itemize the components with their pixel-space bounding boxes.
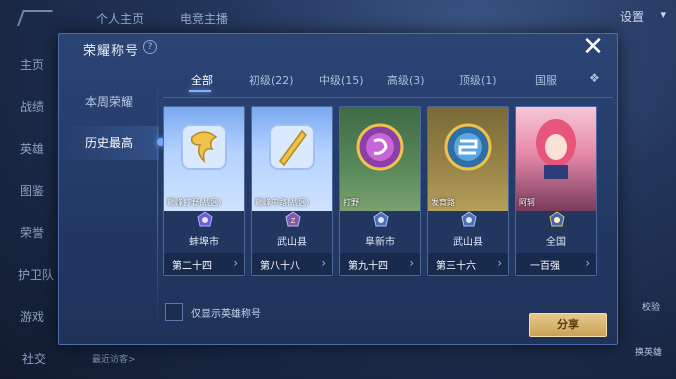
honor-title-modal: 荣耀称号 ? ✕ 本周荣耀 历史最高 全部 初级(22) 中级(15) 高级(3…	[58, 33, 618, 345]
title-card[interactable]: 巅峰中路(战区) Z 武山县 第八十八 ›	[251, 106, 333, 276]
bg-nav-item-hero[interactable]: 英雄	[20, 140, 44, 157]
tab-all[interactable]: 全部	[191, 72, 213, 88]
card-title-name: 巅峰打野(战区)	[167, 198, 222, 207]
more-tabs-icon[interactable]: ❖	[589, 71, 600, 85]
hero-portrait-icon	[536, 119, 576, 179]
filter-tabs: 全部 初级(22) 中级(15) 高级(3) 顶级(1) 国服 ❖	[173, 71, 613, 96]
jungle-emblem-icon	[356, 123, 404, 171]
tab-top[interactable]: 顶级(1)	[459, 72, 497, 88]
card-art	[340, 107, 420, 211]
left-tab-history-best[interactable]: 历史最高	[59, 126, 165, 160]
card-title-name: 阿轲	[519, 198, 535, 207]
help-icon[interactable]: ?	[143, 40, 157, 54]
tab-active-indicator	[189, 90, 211, 92]
card-art	[516, 107, 596, 211]
switch-hero-button[interactable]: 换英雄	[635, 345, 662, 358]
marksman-emblem-icon	[444, 123, 492, 171]
card-region: 武山县	[277, 237, 307, 248]
chevron-right-icon: ›	[497, 256, 502, 270]
modal-title: 荣耀称号	[83, 44, 140, 59]
card-art	[164, 107, 244, 211]
chevron-right-icon: ›	[585, 256, 590, 270]
bg-tab-profile[interactable]: 个人主页	[96, 10, 144, 27]
card-region: 阜新市	[365, 237, 395, 248]
card-rank: 第八十八	[260, 261, 300, 272]
title-card-list: 巅峰打野(战区) 蚌埠市 第二十四 › 巅峰中路(战区) Z 武山县 第八十八 …	[163, 106, 609, 278]
chevron-right-icon: ›	[233, 256, 238, 270]
card-title-name: 发育路	[431, 198, 455, 207]
divider	[157, 74, 158, 334]
settings-label[interactable]: 设置	[620, 8, 644, 25]
bg-nav-item-home[interactable]: 主页	[20, 56, 44, 73]
bg-nav-item-record[interactable]: 战绩	[20, 98, 44, 115]
close-icon[interactable]: ✕	[581, 34, 605, 60]
chevron-right-icon: ›	[409, 256, 414, 270]
card-rank-row[interactable]: 第三十六 ›	[428, 253, 508, 275]
title-card[interactable]: 发育路 武山县 第三十六 ›	[427, 106, 509, 276]
card-title-name: 打野	[343, 198, 359, 207]
bg-tab-streamer[interactable]: 电竞主播	[180, 10, 228, 27]
card-rank: 一百强	[530, 261, 560, 272]
card-rank: 第九十四	[348, 261, 388, 272]
tier-badge-icon	[197, 211, 213, 227]
card-art	[428, 107, 508, 211]
card-rank: 第二十四	[172, 261, 212, 272]
bg-nav-item-guard[interactable]: 护卫队	[18, 266, 54, 283]
card-art	[252, 107, 332, 211]
check-button[interactable]: 校验	[642, 300, 660, 313]
svg-text:Z: Z	[291, 217, 296, 225]
left-tab-list: 本周荣耀 历史最高	[59, 68, 165, 208]
only-hero-titles-label: 仅显示英雄称号	[191, 309, 261, 320]
tabs-divider	[163, 97, 613, 98]
bg-side-nav: 主页 战绩 英雄 图鉴 荣誉 护卫队 游戏	[0, 40, 56, 379]
bg-nav-item-game[interactable]: 游戏	[20, 308, 44, 325]
back-arrow-icon[interactable]	[17, 10, 53, 26]
card-region: 全国	[546, 237, 566, 248]
card-rank-row[interactable]: 第八十八 ›	[252, 253, 332, 275]
card-title-name: 巅峰中路(战区)	[255, 198, 310, 207]
tier-badge-icon	[549, 211, 565, 227]
title-card[interactable]: 巅峰打野(战区) 蚌埠市 第二十四 ›	[163, 106, 245, 276]
tab-national[interactable]: 国服	[535, 72, 557, 88]
chevron-right-icon: ›	[321, 256, 326, 270]
tier-badge-icon: Z	[285, 211, 301, 227]
tab-junior[interactable]: 初级(22)	[249, 72, 294, 88]
tier-badge-icon	[461, 211, 477, 227]
card-rank-row[interactable]: 第九十四 ›	[340, 253, 420, 275]
jungle-dragon-emblem-icon	[181, 124, 227, 170]
only-hero-titles-checkbox[interactable]	[165, 303, 183, 321]
bg-nav-item-gallery[interactable]: 图鉴	[20, 182, 44, 199]
tier-badge-icon	[373, 211, 389, 227]
tab-intermediate[interactable]: 中级(15)	[319, 72, 364, 88]
recent-visitors-label[interactable]: 最近访客>	[92, 352, 136, 365]
mid-lane-emblem-icon	[269, 124, 315, 170]
card-region: 蚌埠市	[189, 237, 219, 248]
bg-nav-item-social[interactable]: 社交	[22, 350, 46, 367]
bg-nav-item-honor[interactable]: 荣誉	[20, 224, 44, 241]
tab-senior[interactable]: 高级(3)	[387, 72, 425, 88]
card-rank-row[interactable]: 第二十四 ›	[164, 253, 244, 275]
title-card[interactable]: 打野 阜新市 第九十四 ›	[339, 106, 421, 276]
card-region: 武山县	[453, 237, 483, 248]
chevron-down-icon[interactable]: ▾	[660, 8, 666, 21]
title-card[interactable]: 阿轲 全国 一百强 ›	[515, 106, 597, 276]
left-tab-weekly[interactable]: 本周荣耀	[59, 85, 159, 119]
card-rank: 第三十六	[436, 261, 476, 272]
share-button[interactable]: 分享	[529, 313, 607, 337]
card-rank-row[interactable]: 一百强 ›	[516, 253, 596, 275]
